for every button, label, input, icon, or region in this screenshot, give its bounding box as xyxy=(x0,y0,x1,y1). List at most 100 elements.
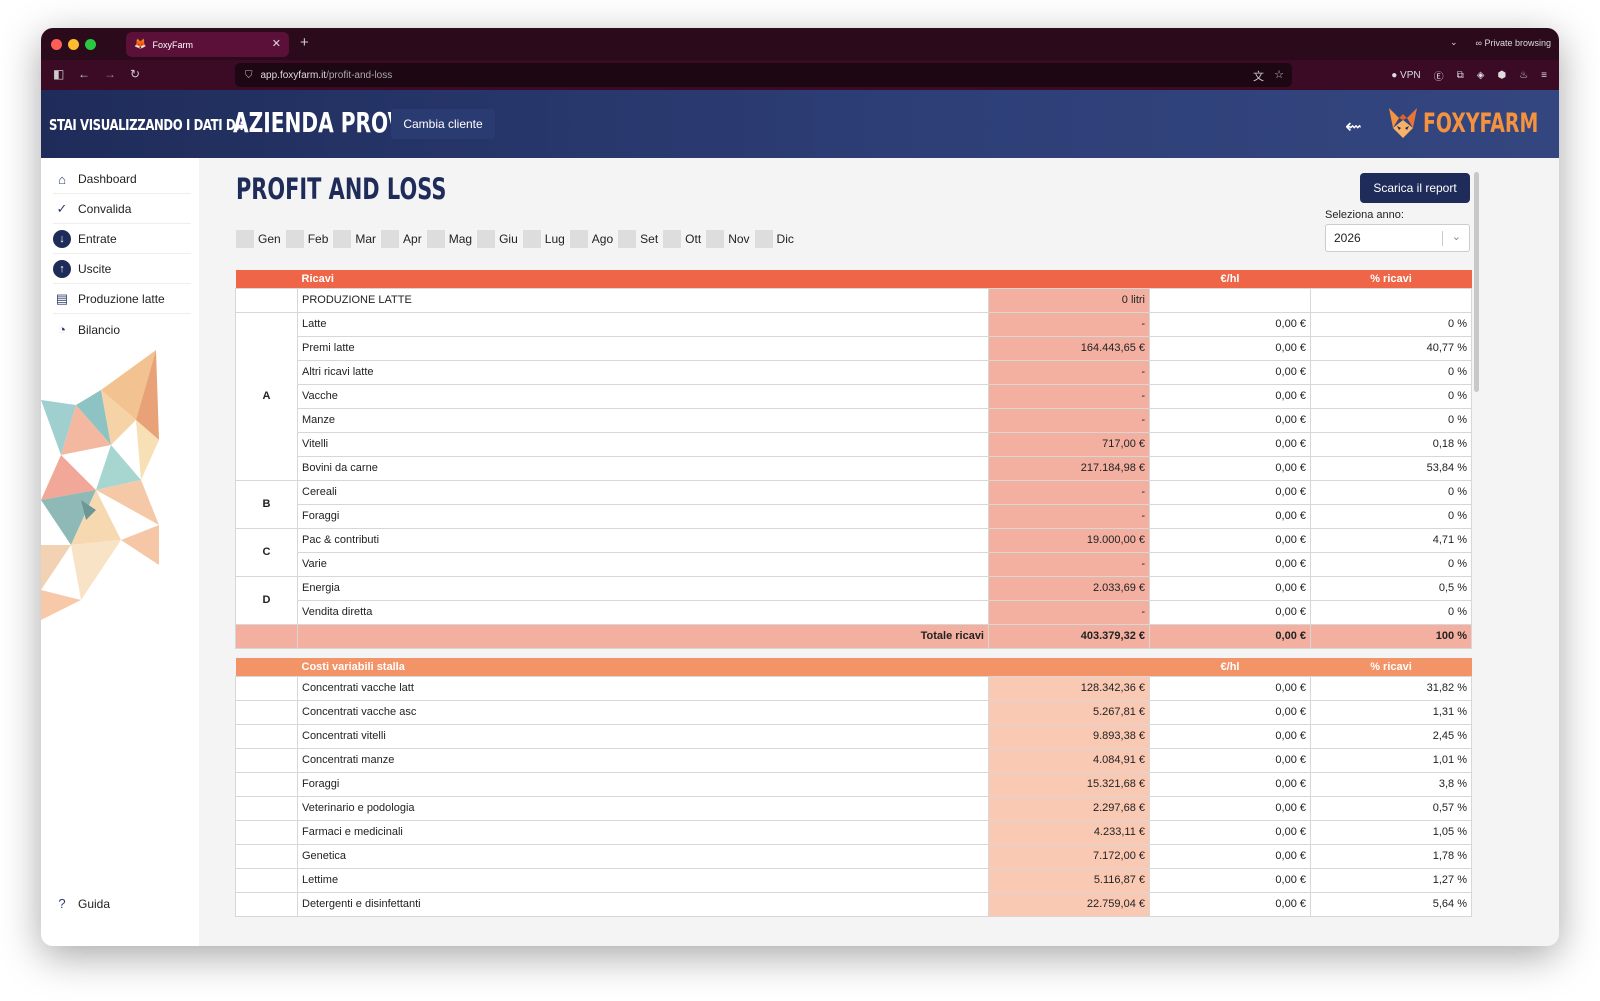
scrollbar[interactable] xyxy=(1474,172,1479,392)
row-amount: 128.342,36 € xyxy=(988,675,1150,701)
sidebar-item-guida[interactable]: ? Guida xyxy=(53,889,191,918)
bookmark-star-icon[interactable]: ☆ xyxy=(1274,68,1284,81)
checkbox-box[interactable] xyxy=(477,230,496,248)
group-label: B xyxy=(235,479,298,529)
month-checkbox[interactable]: Dic xyxy=(754,230,794,248)
arrow-down-circle-icon: ↓ xyxy=(53,230,71,248)
translate-icon[interactable]: 文 xyxy=(1253,68,1264,84)
pie-chart-icon: ◔ xyxy=(58,322,66,337)
month-checkbox[interactable]: Nov xyxy=(706,230,750,248)
page-title: PROFIT AND LOSS xyxy=(236,172,447,206)
month-checkbox[interactable]: Ott xyxy=(663,230,701,248)
checkbox-box[interactable] xyxy=(426,230,445,248)
group-cell xyxy=(235,699,298,725)
row-label: Concentrati vitelli xyxy=(297,723,989,749)
total-amount: 403.379,32 € xyxy=(988,623,1150,649)
sidebar-toggle-icon[interactable]: ◧ xyxy=(53,67,64,81)
row-eur-hl: 0,00 € xyxy=(1149,551,1311,577)
ublock-icon[interactable]: ⬢ xyxy=(1497,70,1506,81)
month-checkbox[interactable]: Ago xyxy=(569,230,613,248)
month-checkbox[interactable]: Gen xyxy=(236,230,281,248)
row-pct: 1,01 % xyxy=(1310,747,1472,773)
checkbox-box[interactable] xyxy=(285,230,304,248)
month-checkbox[interactable]: Mar xyxy=(333,230,376,248)
checkbox-box[interactable] xyxy=(706,230,725,248)
extension-shield-icon[interactable]: ◈ xyxy=(1477,70,1485,81)
checkbox-box[interactable] xyxy=(569,230,588,248)
logout-icon[interactable]: ⇜ xyxy=(1345,114,1362,139)
row-eur-hl: 0,00 € xyxy=(1149,843,1311,869)
row-amount: - xyxy=(988,503,1150,529)
select-divider xyxy=(1442,231,1443,246)
month-checkbox[interactable]: Giu xyxy=(477,230,518,248)
new-tab-button[interactable]: + xyxy=(300,34,309,51)
group-label: C xyxy=(235,527,298,577)
chevron-down-icon[interactable]: ⌄ xyxy=(1450,37,1458,48)
sidebar-item-produzione-latte[interactable]: ▤ Produzione latte xyxy=(53,285,191,314)
row-eur-hl: 0,00 € xyxy=(1149,527,1311,553)
row-pct: 2,45 % xyxy=(1310,723,1472,749)
row-label: Energia xyxy=(297,575,989,601)
row-pct: 1,78 % xyxy=(1310,843,1472,869)
month-checkbox[interactable]: Mag xyxy=(426,230,472,248)
row-amount: 217.184,98 € xyxy=(988,455,1150,481)
sidebar-item-entrate[interactable]: ↓ Entrate xyxy=(53,225,191,254)
checkbox-box[interactable] xyxy=(236,230,254,248)
checkbox-box[interactable] xyxy=(333,230,352,248)
row-pct: 0,18 % xyxy=(1310,431,1472,457)
row-label: Vitelli xyxy=(297,431,989,457)
month-checkbox[interactable]: Apr xyxy=(381,230,422,248)
row-eur-hl: 0,00 € xyxy=(1149,699,1311,725)
month-label: Giu xyxy=(499,232,518,246)
home-icon: ⌂ xyxy=(58,171,66,187)
row-pct: 1,27 % xyxy=(1310,867,1472,893)
browser-window: 🦊 FoxyFarm ✕ + ⌄ ∞ Private browsing ◧ ← … xyxy=(41,28,1559,946)
menu-icon[interactable]: ≡ xyxy=(1541,70,1547,81)
sidebar-item-label: Produzione latte xyxy=(78,292,165,306)
sidebar-item-bilancio[interactable]: ◔ Bilancio xyxy=(53,315,191,344)
row-eur-hl: 0,00 € xyxy=(1149,891,1311,917)
checkbox-box[interactable] xyxy=(381,230,400,248)
checkbox-box[interactable] xyxy=(618,230,637,248)
sidebar-item-dashboard[interactable]: ⌂ Dashboard xyxy=(53,165,191,194)
year-select[interactable]: 2026 ⌄ xyxy=(1325,224,1470,252)
table-row: Concentrati vacche latt 128.342,36 €0,00 … xyxy=(235,675,1472,701)
minimize-window-button[interactable] xyxy=(68,39,79,50)
foxyfarm-logo: FOXYFARM xyxy=(1387,106,1559,140)
url-bar[interactable]: ⛉ app.foxyfarm.it/profit-and-loss 文 ☆ xyxy=(235,63,1292,87)
extension-flame-icon[interactable]: ♨ xyxy=(1519,70,1528,81)
row-amount: 7.172,00 € xyxy=(988,843,1150,869)
close-tab-icon[interactable]: ✕ xyxy=(272,37,281,50)
group-cell xyxy=(235,795,298,821)
extension-e-icon[interactable]: Ⓔ xyxy=(1434,68,1444,83)
close-window-button[interactable] xyxy=(51,39,62,50)
group-cell xyxy=(235,675,298,701)
reload-icon[interactable]: ↻ xyxy=(130,67,140,81)
row-amount: 15.321,68 € xyxy=(988,771,1150,797)
vpn-button[interactable]: ● VPN xyxy=(1391,70,1420,81)
browser-nav-bar: ◧ ← → ↻ ⛉ app.foxyfarm.it/profit-and-los… xyxy=(41,60,1559,90)
row-eur-hl: 0,00 € xyxy=(1149,407,1311,433)
month-label: Set xyxy=(640,232,659,246)
sidebar-item-uscite[interactable]: ↑ Uscite xyxy=(53,255,191,284)
row-label: Foraggi xyxy=(297,771,989,797)
row-amount: 5.267,81 € xyxy=(988,699,1150,725)
browser-tab[interactable]: 🦊 FoxyFarm ✕ xyxy=(126,32,289,57)
month-checkbox[interactable]: Lug xyxy=(522,230,565,248)
total-pct: 100 % xyxy=(1310,623,1472,649)
row-eur-hl: 0,00 € xyxy=(1149,479,1311,505)
checkbox-box[interactable] xyxy=(754,230,773,248)
revenue-header-title: Ricavi xyxy=(297,270,989,288)
checkbox-box[interactable] xyxy=(663,230,682,248)
back-icon[interactable]: ← xyxy=(78,67,90,81)
month-checkbox[interactable]: Feb xyxy=(285,230,328,248)
zoom-window-button[interactable] xyxy=(85,39,96,50)
checkbox-box[interactable] xyxy=(522,230,541,248)
sidebar-item-convalida[interactable]: ✓ Convalida xyxy=(53,195,191,224)
change-client-button[interactable]: Cambia cliente xyxy=(391,109,495,139)
month-checkbox[interactable]: Set xyxy=(618,230,658,248)
extension-puzzle-icon[interactable]: ⧉ xyxy=(1457,70,1464,81)
download-report-button[interactable]: Scarica il report xyxy=(1360,173,1470,203)
pct-header: % ricavi xyxy=(1310,270,1472,288)
forward-icon[interactable]: → xyxy=(104,67,116,81)
